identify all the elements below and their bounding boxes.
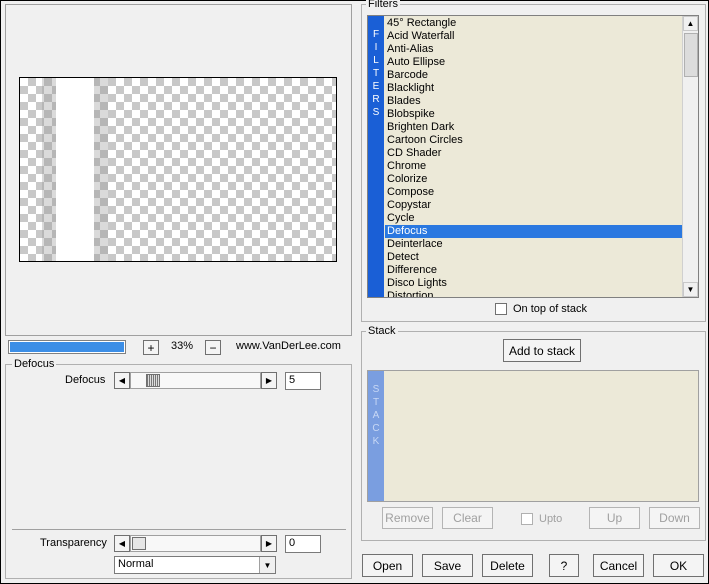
upto-checkbox[interactable]: [521, 513, 533, 525]
preview-shade-right: [94, 78, 108, 261]
defocus-decrease-button[interactable]: ◀: [114, 372, 130, 389]
filter-list-item[interactable]: Cycle: [385, 212, 683, 225]
scroll-down-icon[interactable]: ▼: [683, 282, 698, 297]
filter-list-item[interactable]: Anti-Alias: [385, 43, 683, 56]
transparency-value-field[interactable]: 0: [285, 535, 321, 553]
help-button[interactable]: ?: [549, 554, 579, 577]
scrollbar-thumb[interactable]: [684, 33, 698, 77]
filter-list-item[interactable]: 45° Rectangle: [385, 17, 683, 30]
strip-letter: T: [372, 68, 380, 79]
filter-list-item[interactable]: Cartoon Circles: [385, 134, 683, 147]
strip-letter: L: [373, 55, 379, 66]
down-button[interactable]: Down: [649, 507, 700, 529]
filter-list-item[interactable]: Blacklight: [385, 82, 683, 95]
filter-list-item[interactable]: Acid Waterfall: [385, 30, 683, 43]
filter-list-item[interactable]: Deinterlace: [385, 238, 683, 251]
filter-list-item[interactable]: Disco Lights: [385, 277, 683, 290]
preview-shade-left: [42, 78, 56, 261]
filter-list-item[interactable]: Brighten Dark: [385, 121, 683, 134]
strip-letter: C: [372, 423, 380, 434]
strip-letter: I: [374, 42, 378, 53]
clear-button[interactable]: Clear: [442, 507, 493, 529]
remove-button[interactable]: Remove: [382, 507, 433, 529]
transparency-divider: [12, 529, 346, 530]
filter-list-item[interactable]: Copystar: [385, 199, 683, 212]
blend-mode-select[interactable]: Normal ▼: [114, 556, 276, 574]
filters-items: 45° Rectangle Acid Waterfall Anti-Alias Aut…: [385, 17, 683, 297]
arrow-right-icon: ▶: [265, 539, 273, 548]
filter-list-item[interactable]: Chrome: [385, 160, 683, 173]
parameter-group-title: Defocus: [12, 358, 57, 370]
filters-group-title: Filters: [366, 0, 400, 10]
filter-list-item[interactable]: Difference: [385, 264, 683, 277]
strip-letter: S: [372, 107, 380, 118]
filter-list-item[interactable]: Auto Ellipse: [385, 56, 683, 69]
preview-canvas[interactable]: [19, 77, 337, 262]
filters-strip: FILTERS: [368, 16, 384, 297]
filter-list-item[interactable]: Barcode: [385, 69, 683, 82]
strip-letter: A: [372, 410, 380, 421]
filters-list[interactable]: FILTERS 45° Rectangle Acid Waterfall Anti-…: [367, 15, 699, 298]
strip-letter: S: [372, 384, 380, 395]
website-link[interactable]: www.VanDerLee.com: [236, 340, 341, 352]
stack-group-title: Stack: [366, 325, 398, 337]
delete-button[interactable]: Delete: [482, 554, 533, 577]
filter-list-item[interactable]: Distortion: [385, 290, 683, 297]
zoom-in-button[interactable]: +: [143, 340, 159, 355]
strip-letter: T: [372, 397, 380, 408]
progress-bar: [8, 340, 126, 354]
zoom-out-button[interactable]: −: [205, 340, 221, 355]
zoom-level: 33%: [171, 340, 194, 352]
transparency-slider-thumb[interactable]: [132, 537, 146, 550]
on-top-checkbox[interactable]: [495, 303, 507, 315]
filter-list-item[interactable]: Compose: [385, 186, 683, 199]
strip-letter: K: [372, 436, 380, 447]
filters-scrollbar[interactable]: ▲ ▼: [682, 16, 698, 297]
stack-strip: STACK: [368, 371, 384, 501]
on-top-label: On top of stack: [513, 303, 587, 315]
defocus-slider-thumb[interactable]: [146, 374, 160, 387]
strip-letter: E: [372, 81, 380, 92]
strip-letter: R: [372, 94, 380, 105]
transparency-decrease-button[interactable]: ◀: [114, 535, 130, 552]
blend-mode-value: Normal: [118, 558, 154, 570]
open-button[interactable]: Open: [362, 554, 413, 577]
filter-list-item[interactable]: Defocus: [385, 225, 683, 238]
filter-list-item[interactable]: Blobspike: [385, 108, 683, 121]
defocus-label: Defocus: [65, 374, 106, 386]
cancel-button[interactable]: Cancel: [593, 554, 644, 577]
upto-label: Upto: [539, 513, 563, 525]
stack-list[interactable]: STACK: [367, 370, 699, 502]
arrow-right-icon: ▶: [265, 376, 273, 385]
defocus-slider[interactable]: [130, 372, 261, 389]
arrow-left-icon: ◀: [118, 376, 126, 385]
filter-list-item[interactable]: Colorize: [385, 173, 683, 186]
preview-white-band: [56, 78, 94, 261]
up-button[interactable]: Up: [589, 507, 640, 529]
arrow-left-icon: ◀: [118, 539, 126, 548]
defocus-increase-button[interactable]: ▶: [261, 372, 277, 389]
strip-letter: F: [372, 29, 380, 40]
transparency-label: Transparency: [40, 537, 107, 549]
filter-list-item[interactable]: Detect: [385, 251, 683, 264]
ok-button[interactable]: OK: [653, 554, 704, 577]
transparency-increase-button[interactable]: ▶: [261, 535, 277, 552]
defocus-value-field[interactable]: 5: [285, 372, 321, 390]
save-button[interactable]: Save: [422, 554, 473, 577]
filter-list-item[interactable]: Blades: [385, 95, 683, 108]
dropdown-arrow-icon[interactable]: ▼: [259, 557, 275, 573]
add-to-stack-button[interactable]: Add to stack: [503, 339, 581, 362]
progress-fill: [10, 342, 124, 352]
transparency-slider[interactable]: [130, 535, 261, 552]
filter-list-item[interactable]: CD Shader: [385, 147, 683, 160]
scroll-up-icon[interactable]: ▲: [683, 16, 698, 31]
